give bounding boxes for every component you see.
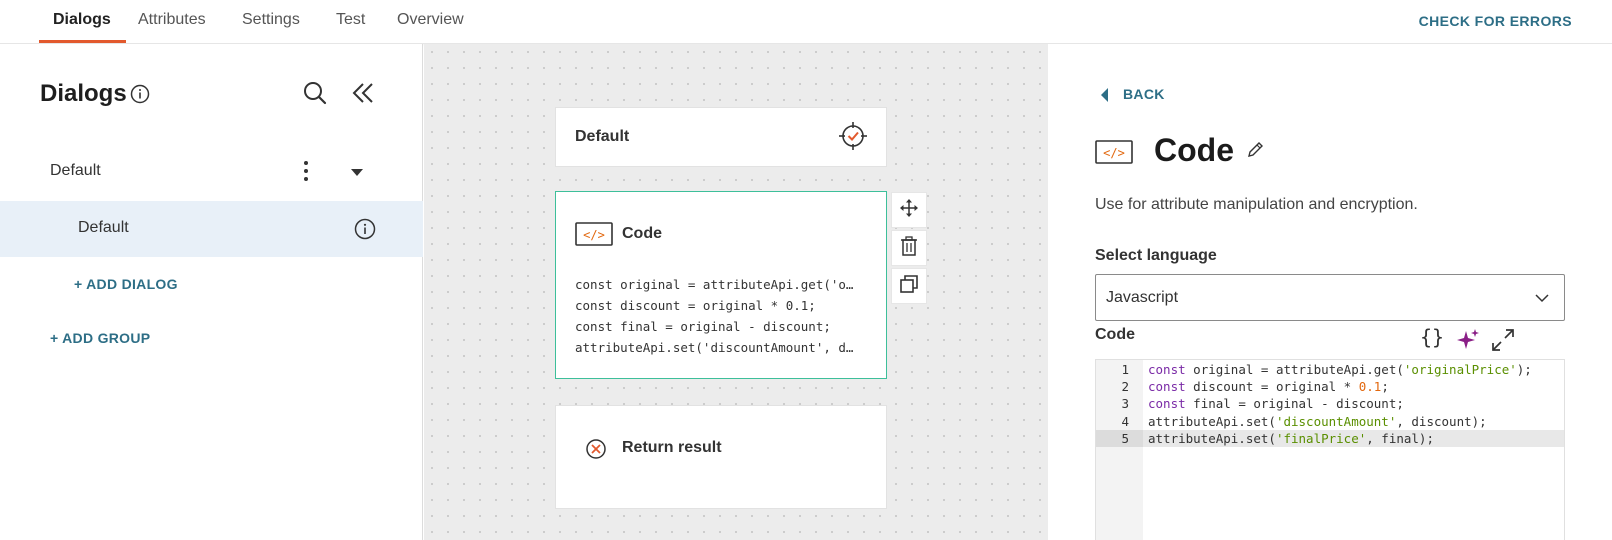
search-icon[interactable] [302, 80, 328, 111]
info-icon[interactable] [354, 218, 376, 245]
code-preview-line: const discount = original * 0.1; [575, 298, 816, 313]
edit-title-icon[interactable] [1246, 141, 1264, 164]
sidebar-item-default-dialog[interactable]: Default [0, 201, 423, 257]
language-select-value: Javascript [1106, 289, 1179, 306]
code-preview: const original = attributeApi.get('o… co… [575, 274, 870, 358]
flow-node-default[interactable]: Default [555, 107, 887, 167]
move-node-button[interactable] [891, 192, 927, 228]
add-group-button[interactable]: + ADD GROUP [50, 330, 150, 346]
line-number: 5 [1096, 429, 1143, 448]
flow-canvas[interactable]: Default </> Code const original = attrib… [424, 44, 1048, 540]
code-preview-line: const final = original - discount; [575, 319, 831, 334]
expand-icon[interactable] [1491, 328, 1515, 357]
info-icon[interactable] [130, 84, 150, 109]
sidebar-title: Dialogs [40, 80, 127, 107]
select-language-label: Select language [1095, 247, 1217, 264]
code-preview-line: attributeApi.set('discountAmount', d… [575, 340, 854, 355]
node-label: Default [575, 128, 630, 145]
tab-dialogs[interactable]: Dialogs [53, 0, 111, 44]
language-select[interactable]: Javascript [1095, 274, 1565, 321]
code-icon: </> [1095, 140, 1133, 169]
flow-node-code[interactable]: </> Code const original = attributeApi.g… [555, 191, 887, 379]
code-editor-label: Code [1095, 326, 1135, 343]
line-number: 1 [1121, 362, 1129, 377]
code-text: const discount = original * 0.1; [1148, 379, 1389, 395]
code-line[interactable]: 2 const discount = original * 0.1; [1096, 378, 1564, 396]
svg-text:</>: </> [583, 228, 605, 242]
tab-overview[interactable]: Overview [397, 0, 464, 44]
caret-down-icon[interactable] [350, 164, 364, 182]
dialog-label: Default [78, 219, 129, 236]
node-label: Return result [622, 439, 722, 456]
chevron-down-icon [1534, 291, 1550, 309]
line-number: 4 [1121, 413, 1129, 429]
dialogs-sidebar: Dialogs Default Default + ADD DIALOG + A… [0, 44, 423, 540]
delete-node-button[interactable] [891, 230, 927, 266]
node-toolbar [891, 192, 927, 306]
tab-test[interactable]: Test [336, 0, 365, 44]
caret-left-icon [1100, 88, 1110, 107]
copy-icon [899, 274, 919, 299]
active-tab-indicator [39, 40, 126, 43]
group-label: Default [50, 162, 101, 179]
check-for-errors-button[interactable]: CHECK FOR ERRORS [1419, 0, 1572, 44]
trash-icon [900, 235, 918, 261]
collapse-sidebar-icon[interactable] [350, 80, 376, 111]
format-code-icon[interactable]: {} [1420, 325, 1444, 349]
node-label: Code [622, 225, 662, 242]
line-number: 3 [1121, 396, 1129, 412]
code-text: attributeApi.set('finalPrice', final); [1148, 430, 1434, 446]
back-label: BACK [1123, 86, 1165, 102]
panel-title: Code [1154, 132, 1234, 168]
code-text: const final = original - discount; [1148, 396, 1404, 412]
code-text: const original = attributeApi.get('origi… [1148, 362, 1532, 377]
target-check-icon [838, 121, 868, 156]
dialog-group-default[interactable]: Default [0, 144, 423, 200]
ai-sparkle-icon[interactable] [1456, 328, 1480, 357]
code-preview-line: const original = attributeApi.get('o… [575, 277, 854, 292]
svg-text:</>: </> [1103, 146, 1125, 160]
tab-attributes[interactable]: Attributes [138, 0, 206, 44]
code-line[interactable]: 5 attributeApi.set('finalPrice', final); [1096, 429, 1564, 448]
tab-settings[interactable]: Settings [242, 0, 300, 44]
top-nav-bar: Dialogs Attributes Settings Test Overvie… [0, 0, 1612, 44]
code-editor[interactable]: 1 const original = attributeApi.get('orig… [1095, 359, 1565, 540]
code-icon: </> [575, 222, 613, 251]
node-settings-panel: BACK </> Code Use for attribute manipula… [1048, 44, 1612, 540]
code-line[interactable]: 4 attributeApi.set('discountAmount', disc… [1096, 413, 1564, 431]
duplicate-node-button[interactable] [891, 268, 927, 304]
more-options-icon[interactable] [302, 158, 310, 189]
cancel-circle-icon [585, 438, 607, 465]
code-text: attributeApi.set('discountAmount', disco… [1148, 413, 1487, 429]
flow-node-return-result[interactable]: Return result [555, 405, 887, 509]
code-line[interactable]: 3 const final = original - discount; [1096, 395, 1564, 413]
code-line[interactable]: 1 const original = attributeApi.get('orig… [1096, 361, 1564, 379]
move-icon [899, 198, 919, 223]
add-dialog-button[interactable]: + ADD DIALOG [74, 276, 178, 292]
panel-description: Use for attribute manipulation and encry… [1095, 196, 1418, 213]
line-number: 2 [1121, 379, 1129, 395]
